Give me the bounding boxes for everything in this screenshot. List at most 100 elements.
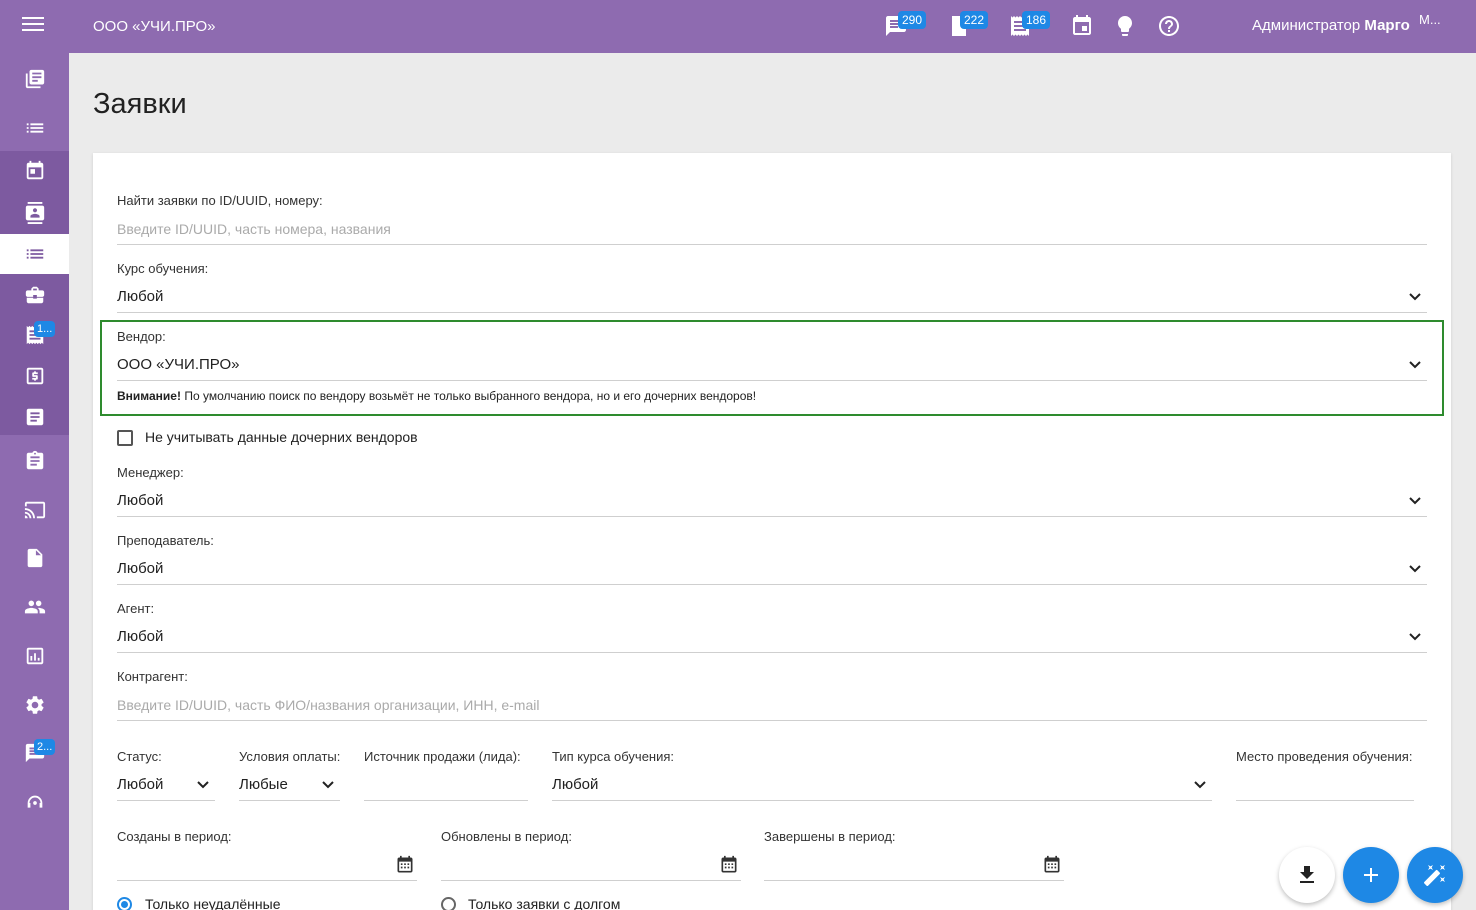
download-button[interactable] bbox=[1279, 847, 1335, 903]
gear-icon bbox=[25, 696, 44, 714]
course-select[interactable]: Любой bbox=[117, 288, 163, 305]
magic-wand-icon bbox=[1423, 865, 1445, 887]
sidebar-item-contacts[interactable] bbox=[0, 193, 69, 233]
vendor-underline bbox=[117, 380, 1427, 381]
lightbulb-icon[interactable] bbox=[1113, 14, 1137, 38]
search-label: Найти заявки по ID/UUID, номеру: bbox=[117, 193, 323, 208]
not-deleted-label: Только неудалённые bbox=[145, 896, 281, 910]
counterparty-input[interactable]: Введите ID/UUID, часть ФИО/названия орга… bbox=[117, 697, 539, 713]
created-underline bbox=[117, 880, 417, 881]
place-underline bbox=[1236, 800, 1414, 801]
course-underline bbox=[117, 312, 1427, 313]
help-icon[interactable] bbox=[1157, 14, 1181, 38]
file-icon bbox=[27, 548, 42, 568]
sidebar-item-list[interactable] bbox=[0, 108, 69, 148]
teacher-select[interactable]: Любой bbox=[117, 560, 163, 577]
clipboard-icon bbox=[26, 450, 43, 470]
sidebar-item-briefcase[interactable] bbox=[0, 275, 69, 315]
chevron-down-icon[interactable] bbox=[321, 778, 335, 792]
avatar[interactable]: M... bbox=[1419, 12, 1453, 40]
place-label: Место проведения обучения: bbox=[1236, 749, 1413, 764]
sidebar-item-reports[interactable] bbox=[0, 636, 69, 676]
debt-only-label: Только заявки с долгом bbox=[468, 896, 621, 910]
sidebar-item-receipts[interactable]: 1... bbox=[0, 315, 69, 355]
page-title: Заявки bbox=[93, 88, 187, 120]
sidebar-item-settings[interactable] bbox=[0, 685, 69, 725]
money-icon bbox=[26, 367, 43, 385]
magic-wand-button[interactable] bbox=[1407, 847, 1463, 903]
sidebar-item-chat[interactable]: 2... bbox=[0, 733, 69, 773]
add-button[interactable] bbox=[1343, 847, 1399, 903]
sidebar-item-library[interactable] bbox=[0, 59, 69, 99]
sidebar-item-users[interactable] bbox=[0, 587, 69, 627]
sidebar-item-broadcast[interactable] bbox=[0, 490, 69, 530]
company-name: ООО «УЧИ.ПРО» bbox=[93, 18, 216, 35]
support-icon bbox=[27, 795, 42, 808]
chevron-down-icon[interactable] bbox=[1408, 358, 1422, 372]
user-name[interactable]: Администратор Марго bbox=[1252, 17, 1410, 34]
download-icon bbox=[1300, 866, 1314, 883]
payment-select[interactable]: Любые bbox=[239, 776, 288, 793]
people-icon bbox=[24, 600, 45, 614]
user-role: Администратор bbox=[1252, 17, 1361, 34]
sidebar-item-documents[interactable] bbox=[0, 397, 69, 437]
hamburger-menu-icon[interactable] bbox=[22, 17, 44, 37]
payment-underline bbox=[239, 800, 340, 801]
manager-underline bbox=[117, 516, 1427, 517]
finished-calendar-icon[interactable] bbox=[1042, 855, 1062, 875]
receipts-badge: 186 bbox=[1022, 11, 1051, 29]
status-label: Статус: bbox=[117, 749, 162, 764]
not-deleted-radio[interactable] bbox=[117, 897, 132, 910]
vendor-notice: Внимание! По умолчанию поиск по вендору … bbox=[117, 389, 756, 403]
vendor-label: Вендор: bbox=[117, 329, 166, 344]
sidebar-item-payments[interactable] bbox=[0, 356, 69, 396]
sidebar-item-requests[interactable] bbox=[0, 234, 69, 274]
updated-label: Обновлены в период: bbox=[441, 829, 572, 844]
chevron-down-icon[interactable] bbox=[1408, 630, 1422, 644]
sidebar-item-assignments[interactable] bbox=[0, 441, 69, 481]
finished-label: Завершены в период: bbox=[764, 829, 896, 844]
list-icon bbox=[26, 249, 43, 259]
course-type-select[interactable]: Любой bbox=[552, 776, 598, 793]
sidebar-item-calendar[interactable] bbox=[0, 151, 69, 191]
counterparty-label: Контрагент: bbox=[117, 669, 188, 684]
list-icon bbox=[26, 123, 43, 133]
status-select[interactable]: Любой bbox=[117, 776, 163, 793]
chevron-down-icon[interactable] bbox=[1408, 562, 1422, 576]
chevron-down-icon[interactable] bbox=[1408, 494, 1422, 508]
search-input[interactable]: Введите ID/UUID, часть номера, названия bbox=[117, 221, 391, 237]
source-label: Источник продажи (лида): bbox=[364, 749, 521, 764]
tasks-badge: 222 bbox=[960, 11, 989, 29]
agent-underline bbox=[117, 652, 1427, 653]
course-type-underline bbox=[552, 800, 1212, 801]
counterparty-underline bbox=[117, 720, 1427, 721]
manager-select[interactable]: Любой bbox=[117, 492, 163, 509]
manager-label: Менеджер: bbox=[117, 465, 184, 480]
receipts-badge: 1... bbox=[34, 321, 56, 337]
calendar-icon[interactable] bbox=[1070, 14, 1094, 38]
finished-underline bbox=[764, 880, 1064, 881]
vendor-notice-text: По умолчанию поиск по вендору возьмёт не… bbox=[180, 389, 757, 403]
updated-calendar-icon[interactable] bbox=[719, 855, 739, 875]
chevron-down-icon[interactable] bbox=[1408, 290, 1422, 304]
sidebar-item-files[interactable] bbox=[0, 538, 69, 578]
teacher-label: Преподаватель: bbox=[117, 533, 214, 548]
child-vendors-checkbox[interactable] bbox=[117, 430, 133, 446]
sidebar-item-support[interactable] bbox=[0, 783, 69, 823]
search-underline bbox=[117, 244, 1427, 245]
created-calendar-icon[interactable] bbox=[395, 855, 415, 875]
chat-badge: 2... bbox=[34, 739, 56, 755]
agent-select[interactable]: Любой bbox=[117, 628, 163, 645]
course-type-label: Тип курса обучения: bbox=[552, 749, 675, 764]
vendor-select[interactable]: ООО «УЧИ.ПРО» bbox=[117, 356, 239, 373]
updated-underline bbox=[441, 880, 741, 881]
briefcase-icon bbox=[25, 286, 44, 304]
contact-book-icon bbox=[25, 202, 44, 224]
plus-icon bbox=[1364, 868, 1378, 882]
filter-card bbox=[93, 153, 1451, 910]
chevron-down-icon[interactable] bbox=[1193, 778, 1207, 792]
chevron-down-icon[interactable] bbox=[196, 778, 210, 792]
calendar-icon bbox=[26, 160, 43, 180]
agent-label: Агент: bbox=[117, 601, 155, 616]
debt-only-radio[interactable] bbox=[441, 897, 456, 910]
